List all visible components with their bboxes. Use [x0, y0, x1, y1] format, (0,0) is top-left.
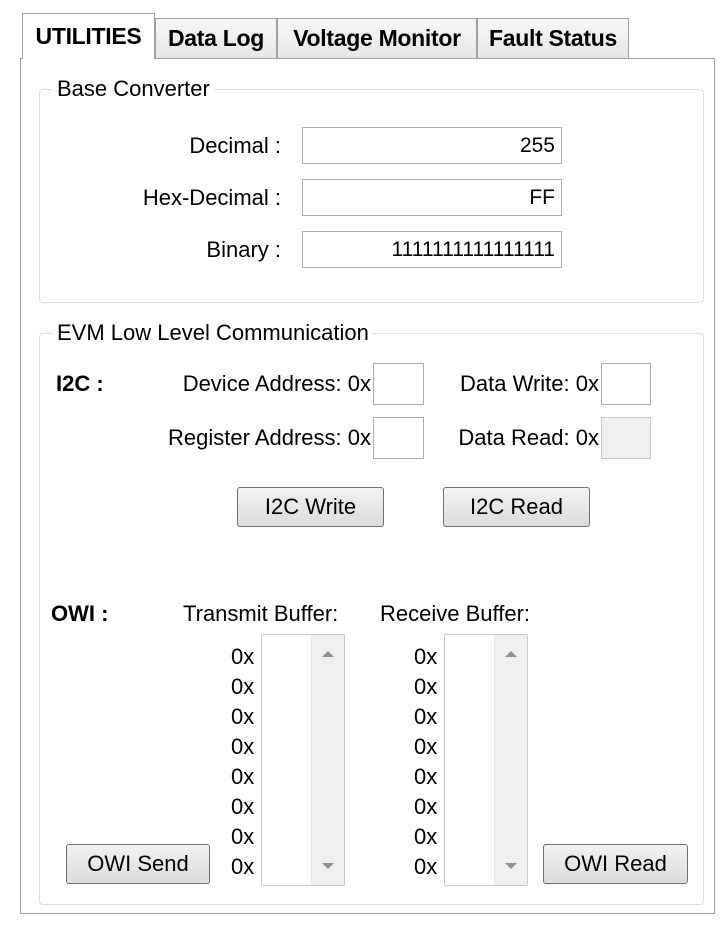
receive-prefix: 0x	[414, 734, 438, 759]
decimal-input[interactable]	[302, 127, 562, 164]
receive-prefix: 0x	[414, 674, 438, 699]
register-address-label: Register Address: 0x	[168, 425, 371, 450]
receive-prefix: 0x	[414, 764, 438, 789]
receive-prefix: 0x	[414, 824, 438, 849]
transmit-buffer-list[interactable]	[261, 634, 345, 886]
tab-fault-status[interactable]: Fault Status	[477, 18, 629, 58]
receive-prefix: 0x	[414, 794, 438, 819]
transmit-buffer-label: Transmit Buffer:	[183, 601, 339, 626]
transmit-prefix: 0x	[231, 674, 255, 699]
receive-buffer-label: Receive Buffer:	[380, 601, 531, 626]
tab-utilities[interactable]: UTILITIES	[22, 13, 155, 59]
receive-prefix-column: 0x 0x 0x 0x 0x 0x 0x 0x	[414, 642, 437, 882]
tab-data-log[interactable]: Data Log	[155, 18, 277, 58]
transmit-prefix: 0x	[231, 854, 255, 879]
device-address-label: Device Address: 0x	[182, 371, 371, 396]
device-address-input[interactable]	[373, 363, 424, 405]
data-read-output	[601, 417, 651, 459]
receive-prefix: 0x	[414, 854, 438, 879]
receive-prefix: 0x	[414, 644, 438, 669]
base-converter-title: Base Converter	[53, 76, 214, 102]
owi-read-button[interactable]: OWI Read	[543, 844, 688, 884]
i2c-write-button[interactable]: I2C Write	[237, 487, 384, 527]
data-write-input[interactable]	[601, 363, 651, 405]
scroll-down-arrow-icon[interactable]	[505, 863, 517, 869]
data-read-label: Data Read: 0x	[458, 425, 599, 450]
receive-buffer-list[interactable]	[444, 634, 528, 886]
transmit-buffer-scrollbar[interactable]	[311, 635, 344, 885]
scroll-down-arrow-icon[interactable]	[322, 863, 334, 869]
owi-send-button[interactable]: OWI Send	[66, 844, 210, 884]
tab-voltage-monitor[interactable]: Voltage Monitor	[277, 18, 477, 58]
register-address-input[interactable]	[373, 417, 424, 459]
hex-decimal-label: Hex-Decimal :	[142, 185, 281, 210]
owi-label: OWI :	[51, 601, 109, 626]
evm-communication-title: EVM Low Level Communication	[53, 320, 373, 346]
transmit-prefix-column: 0x 0x 0x 0x 0x 0x 0x 0x	[231, 642, 254, 882]
hex-decimal-input[interactable]	[302, 179, 562, 216]
scroll-up-arrow-icon[interactable]	[322, 651, 334, 657]
transmit-prefix: 0x	[231, 644, 255, 669]
decimal-label: Decimal :	[189, 133, 281, 158]
transmit-prefix: 0x	[231, 734, 255, 759]
transmit-prefix: 0x	[231, 704, 255, 729]
i2c-read-button[interactable]: I2C Read	[443, 487, 590, 527]
receive-prefix: 0x	[414, 704, 438, 729]
binary-label: Binary :	[206, 237, 281, 262]
transmit-prefix: 0x	[231, 794, 255, 819]
receive-buffer-scrollbar[interactable]	[494, 635, 527, 885]
transmit-prefix: 0x	[231, 764, 255, 789]
binary-input[interactable]	[302, 231, 562, 268]
utilities-panel: Base Converter Decimal : Hex-Decimal : B…	[20, 58, 715, 914]
transmit-prefix: 0x	[231, 824, 255, 849]
scroll-up-arrow-icon[interactable]	[505, 651, 517, 657]
i2c-label: I2C :	[56, 371, 104, 396]
data-write-label: Data Write: 0x	[460, 371, 599, 396]
